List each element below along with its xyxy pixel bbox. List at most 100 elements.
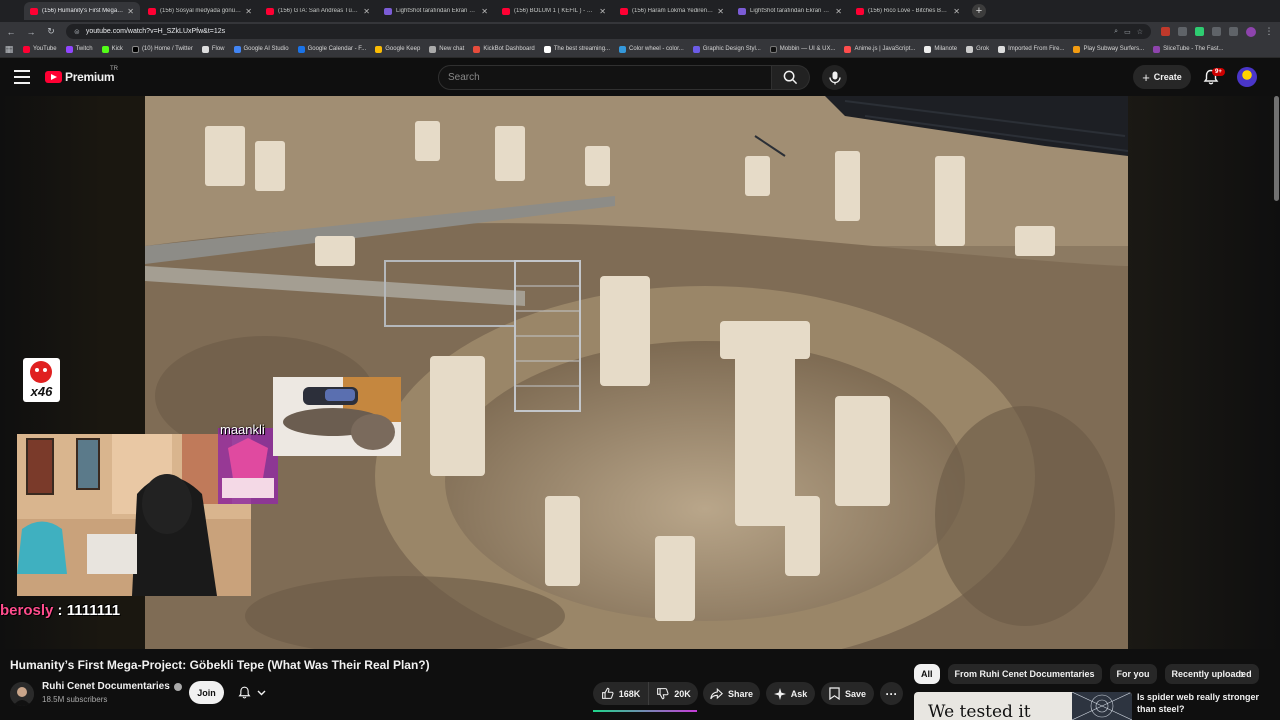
close-icon[interactable]: ✕ (363, 7, 370, 16)
close-icon[interactable]: ✕ (245, 7, 252, 16)
channel-name[interactable]: Ruhi Cenet Documentaries (42, 681, 182, 692)
chip-for-you[interactable]: For you (1109, 664, 1157, 684)
bookmark-item[interactable]: Kick (101, 45, 123, 53)
extension-icon[interactable] (1178, 27, 1187, 36)
mascot-face-icon (30, 361, 52, 383)
chip-recently-uploaded[interactable]: Recently uploaded (1164, 664, 1259, 684)
extension-icon[interactable] (1161, 27, 1170, 36)
create-button[interactable]: + Create (1133, 65, 1191, 89)
chip-from-channel[interactable]: From Ruhi Cenet Documentaries (947, 664, 1102, 684)
menu-icon[interactable] (14, 70, 30, 84)
browser-tab[interactable]: (156) Rico Love - Bitches Be Lik ✕ (850, 2, 966, 20)
bookmark-item[interactable]: The best streaming... (543, 45, 610, 53)
page-scrollbar[interactable] (1274, 96, 1279, 201)
tab-title: (156) Sosyal medyada gönüştü (160, 8, 242, 14)
url-text: youtube.com/watch?v=H_SZkLUxPfw&t=12s (85, 28, 226, 35)
browser-tab[interactable]: LightShot tarafından Ekran Görün ✕ (378, 2, 494, 20)
bookmark-item[interactable]: Graphic Design Styl... (692, 45, 761, 53)
address-bar: ← → ↻ ⊜ youtube.com/watch?v=H_SZkLUxPfw&… (0, 22, 1280, 41)
subscription-bell-button[interactable] (231, 681, 273, 704)
account-avatar[interactable] (1237, 67, 1257, 87)
browser-tab[interactable]: (156) BÖLÜM 1 ( KEFİL ) - YouTube ✕ (496, 2, 612, 20)
browser-profile-icon[interactable] (1246, 26, 1256, 37)
voice-search-button[interactable] (822, 65, 847, 90)
bookmark-item[interactable]: Color wheel - color... (619, 45, 684, 53)
extension-icon[interactable] (1195, 27, 1204, 36)
bookmark-item[interactable]: Mobbin — UI & UX... (769, 45, 835, 53)
bookmark-label: Grok (976, 46, 990, 52)
bookmark-star-icon[interactable]: ☆ (1137, 28, 1143, 36)
like-button[interactable]: 168K (593, 682, 648, 705)
name-tag-text: maankli (220, 422, 265, 437)
chat-message-text: 1111111 (66, 602, 121, 619)
back-icon[interactable]: ← (6, 27, 16, 37)
bookmark-item[interactable]: (10) Home / Twitter (131, 45, 193, 53)
anime-js-icon (844, 45, 852, 53)
close-icon[interactable]: ✕ (481, 7, 488, 16)
zoom-icon[interactable]: ⌕ (1114, 28, 1118, 36)
new-tab-button[interactable]: + (972, 4, 986, 18)
browser-tab[interactable]: (156) GTA: San Andreas Türkçe ✕ (260, 2, 376, 20)
apps-grid-icon[interactable]: ▦ (4, 44, 14, 55)
close-icon[interactable]: ✕ (835, 7, 842, 16)
url-field[interactable]: ⊜ youtube.com/watch?v=H_SZkLUxPfw&t=12s … (66, 24, 1151, 39)
bookmark-item[interactable]: New chat (429, 45, 464, 53)
bookmark-item[interactable]: Twitch (65, 45, 93, 53)
ask-button[interactable]: Ask (766, 682, 815, 705)
create-label: Create (1153, 72, 1182, 82)
bookmark-item[interactable]: Google Keep (375, 45, 420, 53)
bookmark-item[interactable]: Imported From Fire... (998, 45, 1064, 53)
sub-counter-overlay: x46 (23, 358, 60, 402)
bookmark-item[interactable]: YouTube (23, 45, 57, 53)
search-input[interactable] (438, 65, 772, 90)
video-player[interactable] (145, 96, 1128, 649)
join-button[interactable]: Join (189, 681, 224, 704)
bookmark-label: Twitch (75, 46, 93, 52)
browser-tab[interactable]: (156) Sosyal medyada gönüştü ✕ (142, 2, 258, 20)
channel-name-text: Ruhi Cenet Documentaries (42, 681, 170, 692)
bookmarks-bar: ▦ YouTube Twitch Kick (10) Home / Twitte… (0, 41, 1280, 58)
bookmark-label: Google Calendar - F... (307, 46, 367, 52)
browser-tab-strip: (156) Humanity's First Mega-Project✕ (15… (0, 0, 1280, 22)
bookmark-item[interactable]: Flow (201, 45, 225, 53)
bookmark-item[interactable]: Milanote (924, 45, 958, 53)
chip-all[interactable]: All (914, 664, 940, 684)
site-info-icon[interactable]: ⊜ (74, 28, 80, 36)
bookmark-item[interactable]: Grok (966, 45, 990, 53)
dislike-count: 20K (674, 688, 691, 699)
forward-icon[interactable]: → (26, 27, 36, 37)
reload-icon[interactable]: ↻ (46, 26, 56, 37)
close-icon[interactable]: ✕ (127, 7, 134, 16)
chevron-right-icon[interactable]: › (1240, 666, 1244, 681)
close-icon[interactable]: ✕ (599, 7, 606, 16)
share-button[interactable]: Share (703, 682, 760, 705)
browser-menu-icon[interactable]: ⋮ (1264, 26, 1274, 37)
recommended-video-title[interactable]: Is spider web really stronger than steel… (1137, 691, 1265, 715)
bookmark-label: Milanote (934, 46, 958, 52)
bookmark-item[interactable]: SliceTube - The Fast... (1153, 45, 1224, 53)
grok-icon (966, 45, 974, 53)
dislike-button[interactable]: 20K (648, 682, 698, 705)
bookmark-item[interactable]: Google AI Studio (233, 45, 289, 53)
youtube-premium-logo[interactable]: Premium TR (45, 66, 118, 84)
search-button[interactable] (772, 65, 810, 90)
bookmark-item[interactable]: Google Calendar - F... (297, 45, 367, 53)
youtube-icon (502, 7, 510, 15)
cast-icon[interactable]: ▭ (1124, 28, 1131, 36)
more-actions-button[interactable]: ··· (880, 682, 903, 705)
thumbs-down-icon (657, 688, 669, 700)
close-icon[interactable]: ✕ (717, 7, 724, 16)
bookmark-item[interactable]: Anime.js | JavaScript... (844, 45, 915, 53)
browser-tab[interactable]: LightShot tarafından Ekran Görün ✕ (732, 2, 848, 20)
browser-tab[interactable]: (156) Humanity's First Mega-Project✕ (24, 2, 140, 20)
channel-avatar[interactable] (10, 682, 34, 706)
extension-icon[interactable] (1229, 27, 1238, 36)
extensions-puzzle-icon[interactable] (1212, 27, 1221, 36)
close-icon[interactable]: ✕ (953, 7, 960, 16)
browser-tab[interactable]: (156) Haram Lokma Yedirenin Hali ✕ (614, 2, 730, 20)
recommended-video-thumbnail[interactable]: We tested it (914, 692, 1132, 720)
subscriber-count: 18.5M subscribers (42, 695, 108, 704)
bookmark-item[interactable]: Play Subway Surfers... (1073, 45, 1144, 53)
save-button[interactable]: Save (821, 682, 874, 705)
bookmark-item[interactable]: KickBot Dashboard (473, 45, 535, 53)
